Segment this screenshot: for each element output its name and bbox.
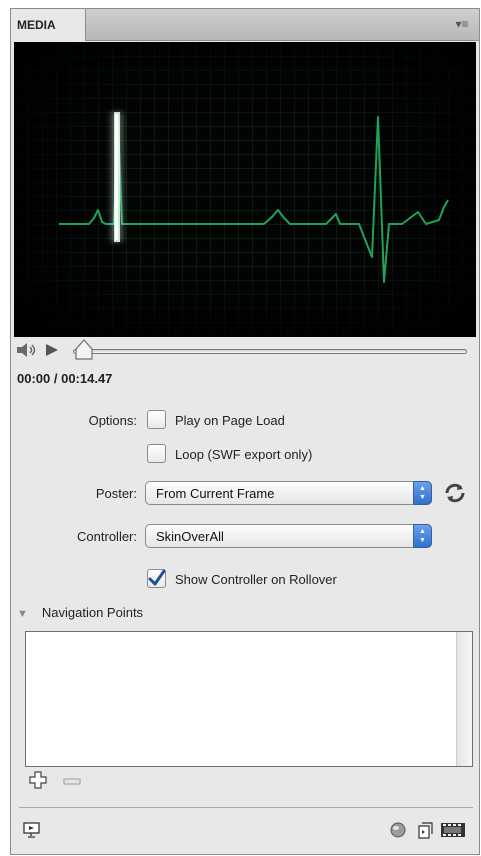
video-preview — [14, 42, 476, 337]
scrubber-track[interactable] — [73, 349, 467, 354]
panel-tab-bar: MEDIA ▾≡ — [11, 9, 479, 41]
show-controller-on-rollover-checkbox[interactable] — [147, 569, 166, 588]
poster-label: Poster: — [95, 486, 137, 501]
navigation-points-title: Navigation Points — [41, 605, 144, 620]
disclosure-triangle-icon[interactable]: ▼ — [17, 608, 28, 620]
poster-select[interactable]: From Current Frame ▲ ▼ — [145, 481, 432, 505]
tab-media[interactable]: MEDIA — [11, 9, 86, 41]
timecode: 00:00 / 00:14.47 — [17, 371, 113, 386]
controller-label: Controller: — [77, 529, 137, 544]
film-strip-icon[interactable] — [439, 820, 467, 843]
preview-icon[interactable] — [23, 821, 41, 842]
url-globe-icon[interactable] — [389, 821, 407, 842]
checkmark-icon — [148, 569, 166, 586]
play-on-page-load-checkbox[interactable] — [147, 410, 166, 429]
navigation-points-scrollbar[interactable] — [456, 632, 472, 766]
place-video-from-url-icon[interactable] — [415, 820, 435, 843]
loop-label: Loop (SWF export only) — [175, 447, 313, 462]
play-on-page-load-label: Play on Page Load — [175, 413, 285, 428]
scrubber-thumb[interactable] — [73, 339, 95, 364]
options-label: Options: — [88, 413, 137, 428]
show-controller-on-rollover-label: Show Controller on Rollover — [175, 572, 337, 587]
navigation-points-list[interactable] — [25, 631, 473, 767]
play-icon[interactable] — [44, 342, 60, 361]
media-panel: MEDIA ▾≡ 00:00 / 00:14.47 Options: Play … — [10, 8, 480, 855]
refresh-poster-icon[interactable] — [442, 480, 468, 509]
panel-menu-icon[interactable]: ▾≡ — [453, 17, 471, 31]
select-arrows-icon: ▲ ▼ — [413, 524, 432, 548]
select-arrows-icon: ▲ ▼ — [413, 481, 432, 505]
navigation-points-header[interactable]: ▼ Navigation Points — [17, 605, 143, 620]
volume-icon[interactable] — [15, 342, 41, 361]
controller-select-value: SkinOverAll — [156, 529, 224, 544]
loop-checkbox[interactable] — [147, 444, 166, 463]
remove-navigation-point-icon[interactable] — [63, 775, 81, 790]
playback-controls — [11, 339, 479, 361]
poster-select-value: From Current Frame — [156, 486, 275, 501]
add-navigation-point-icon[interactable] — [29, 771, 47, 792]
footer-divider — [19, 807, 473, 808]
controller-select[interactable]: SkinOverAll ▲ ▼ — [145, 524, 432, 548]
